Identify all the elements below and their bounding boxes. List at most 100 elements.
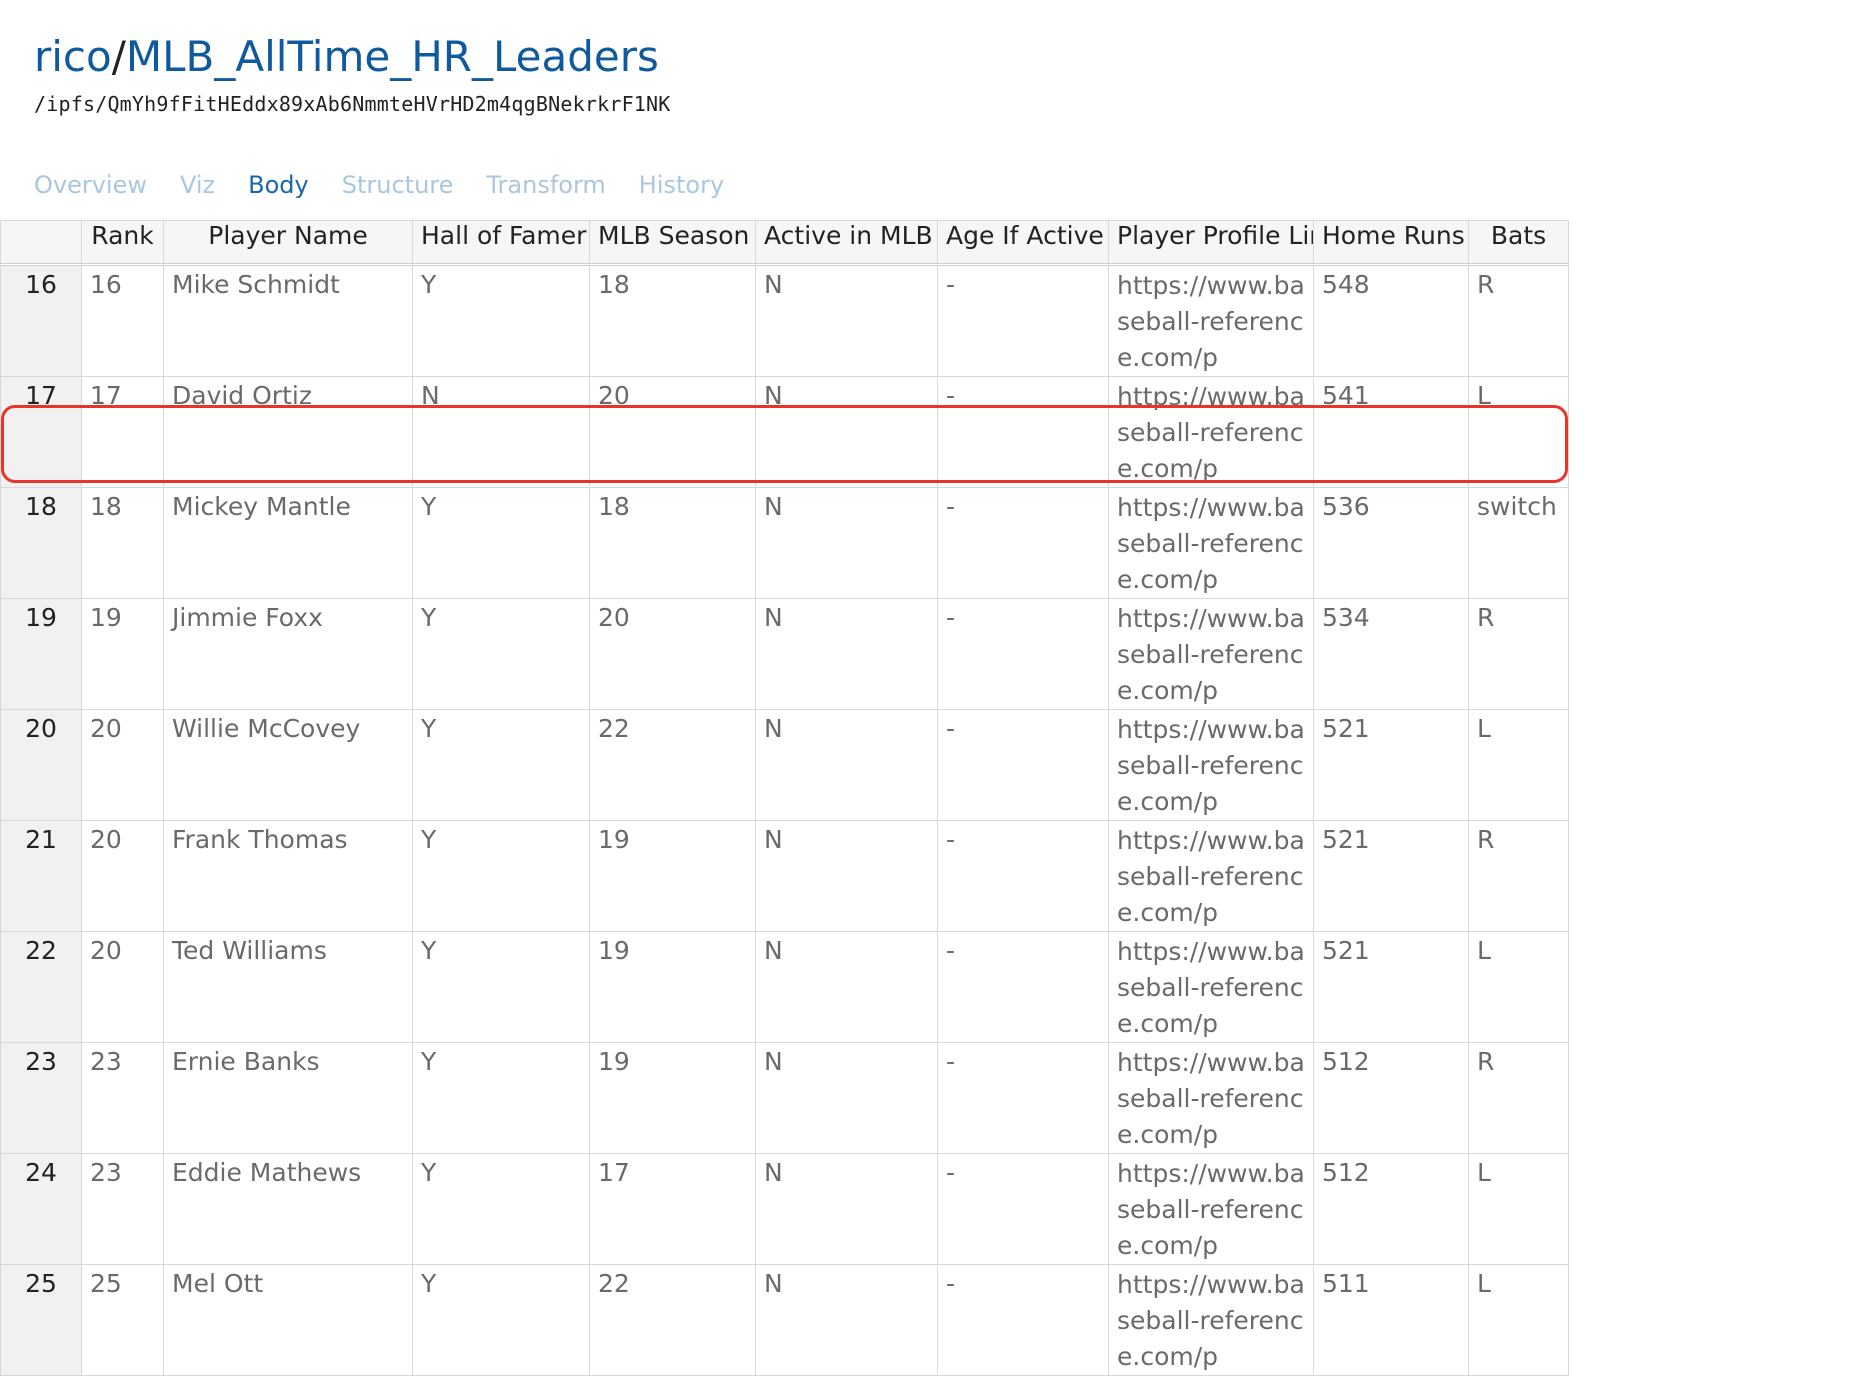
column-header-hall-of-famer[interactable]: Hall of Famer	[412, 220, 590, 266]
bats-cell[interactable]: R	[1468, 264, 1569, 377]
owner-link[interactable]: rico	[34, 32, 112, 81]
season-cell[interactable]: 22	[589, 1264, 756, 1376]
hall-of-famer-cell[interactable]: N	[412, 376, 590, 488]
bats-cell[interactable]: R	[1468, 1042, 1569, 1154]
season-cell[interactable]: 20	[589, 376, 756, 488]
home-runs-cell[interactable]: 541	[1313, 376, 1469, 488]
table-row[interactable]: 17 17 David Ortiz N 20 N - https://www.baseball…	[0, 376, 1569, 488]
hall-of-famer-cell[interactable]: Y	[412, 598, 590, 710]
player-name-cell[interactable]: Jimmie Foxx	[163, 598, 413, 710]
active-cell[interactable]: N	[755, 264, 938, 377]
column-header-player-name[interactable]: Player Name	[163, 220, 413, 266]
profile-link-cell[interactable]: https://www.baseball-reference.com/p	[1108, 709, 1314, 821]
season-cell[interactable]: 17	[589, 1153, 756, 1265]
hall-of-famer-cell[interactable]: Y	[412, 1264, 590, 1376]
hall-of-famer-cell[interactable]: Y	[412, 1153, 590, 1265]
age-cell[interactable]: -	[937, 820, 1109, 932]
rank-cell[interactable]: 20	[81, 709, 164, 821]
bats-cell[interactable]: L	[1468, 1264, 1569, 1376]
player-name-cell[interactable]: Frank Thomas	[163, 820, 413, 932]
player-name-cell[interactable]: Willie McCovey	[163, 709, 413, 821]
tab-viz[interactable]: Viz	[180, 165, 215, 205]
column-header-age[interactable]: Age If Active	[937, 220, 1109, 266]
rank-cell[interactable]: 17	[81, 376, 164, 488]
profile-link-cell[interactable]: https://www.baseball-reference.com/p	[1108, 1264, 1314, 1376]
bats-cell[interactable]: L	[1468, 1153, 1569, 1265]
profile-link-cell[interactable]: https://www.baseball-reference.com/p	[1108, 1153, 1314, 1265]
age-cell[interactable]: -	[937, 487, 1109, 599]
profile-link-cell[interactable]: https://www.baseball-reference.com/p	[1108, 820, 1314, 932]
hall-of-famer-cell[interactable]: Y	[412, 709, 590, 821]
row-number[interactable]: 17	[0, 376, 82, 488]
profile-link-cell[interactable]: https://www.baseball-reference.com/p	[1108, 376, 1314, 488]
active-cell[interactable]: N	[755, 1153, 938, 1265]
table-row[interactable]: 18 18 Mickey Mantle Y 18 N - https://www.baseba…	[0, 487, 1569, 599]
row-number[interactable]: 22	[0, 931, 82, 1043]
rank-cell[interactable]: 19	[81, 598, 164, 710]
bats-cell[interactable]: L	[1468, 709, 1569, 821]
rank-cell[interactable]: 18	[81, 487, 164, 599]
profile-link-cell[interactable]: https://www.baseball-reference.com/p	[1108, 264, 1314, 377]
table-row[interactable]: 25 25 Mel Ott Y 22 N - https://www.baseball-ref…	[0, 1264, 1569, 1376]
home-runs-cell[interactable]: 511	[1313, 1264, 1469, 1376]
row-number[interactable]: 20	[0, 709, 82, 821]
active-cell[interactable]: N	[755, 1042, 938, 1154]
season-cell[interactable]: 19	[589, 931, 756, 1043]
home-runs-cell[interactable]: 512	[1313, 1153, 1469, 1265]
column-header-index[interactable]	[0, 220, 82, 266]
player-name-cell[interactable]: Ted Williams	[163, 931, 413, 1043]
hall-of-famer-cell[interactable]: Y	[412, 931, 590, 1043]
row-number[interactable]: 16	[0, 264, 82, 377]
home-runs-cell[interactable]: 521	[1313, 931, 1469, 1043]
rank-cell[interactable]: 25	[81, 1264, 164, 1376]
column-header-home-runs[interactable]: Home Runs	[1313, 220, 1469, 266]
season-cell[interactable]: 20	[589, 598, 756, 710]
season-cell[interactable]: 18	[589, 487, 756, 599]
bats-cell[interactable]: switch	[1468, 487, 1569, 599]
tab-structure[interactable]: Structure	[342, 165, 454, 205]
bats-cell[interactable]: R	[1468, 598, 1569, 710]
season-cell[interactable]: 22	[589, 709, 756, 821]
tab-transform[interactable]: Transform	[486, 165, 605, 205]
player-name-cell[interactable]: Ernie Banks	[163, 1042, 413, 1154]
player-name-cell[interactable]: Mike Schmidt	[163, 264, 413, 377]
column-header-mlb-season[interactable]: MLB Season	[589, 220, 756, 266]
active-cell[interactable]: N	[755, 820, 938, 932]
row-number[interactable]: 19	[0, 598, 82, 710]
home-runs-cell[interactable]: 512	[1313, 1042, 1469, 1154]
table-row[interactable]: 22 20 Ted Williams Y 19 N - https://www.basebal…	[0, 931, 1569, 1043]
rank-cell[interactable]: 16	[81, 264, 164, 377]
active-cell[interactable]: N	[755, 709, 938, 821]
active-cell[interactable]: N	[755, 487, 938, 599]
active-cell[interactable]: N	[755, 931, 938, 1043]
profile-link-cell[interactable]: https://www.baseball-reference.com/p	[1108, 1042, 1314, 1154]
age-cell[interactable]: -	[937, 1042, 1109, 1154]
player-name-cell[interactable]: David Ortiz	[163, 376, 413, 488]
home-runs-cell[interactable]: 548	[1313, 264, 1469, 377]
age-cell[interactable]: -	[937, 1153, 1109, 1265]
row-number[interactable]: 21	[0, 820, 82, 932]
home-runs-cell[interactable]: 534	[1313, 598, 1469, 710]
bats-cell[interactable]: L	[1468, 376, 1569, 488]
profile-link-cell[interactable]: https://www.baseball-reference.com/p	[1108, 598, 1314, 710]
hall-of-famer-cell[interactable]: Y	[412, 264, 590, 377]
bats-cell[interactable]: L	[1468, 931, 1569, 1043]
home-runs-cell[interactable]: 536	[1313, 487, 1469, 599]
row-number[interactable]: 23	[0, 1042, 82, 1154]
row-number[interactable]: 18	[0, 487, 82, 599]
row-number[interactable]: 25	[0, 1264, 82, 1376]
player-name-cell[interactable]: Mickey Mantle	[163, 487, 413, 599]
column-header-active[interactable]: Active in MLB	[755, 220, 938, 266]
player-name-cell[interactable]: Eddie Mathews	[163, 1153, 413, 1265]
hall-of-famer-cell[interactable]: Y	[412, 820, 590, 932]
rank-cell[interactable]: 23	[81, 1153, 164, 1265]
column-header-profile-link[interactable]: Player Profile Link	[1108, 220, 1314, 266]
profile-link-cell[interactable]: https://www.baseball-reference.com/p	[1108, 931, 1314, 1043]
rank-cell[interactable]: 20	[81, 820, 164, 932]
age-cell[interactable]: -	[937, 931, 1109, 1043]
age-cell[interactable]: -	[937, 709, 1109, 821]
home-runs-cell[interactable]: 521	[1313, 820, 1469, 932]
age-cell[interactable]: -	[937, 264, 1109, 377]
tab-history[interactable]: History	[639, 165, 724, 205]
age-cell[interactable]: -	[937, 376, 1109, 488]
